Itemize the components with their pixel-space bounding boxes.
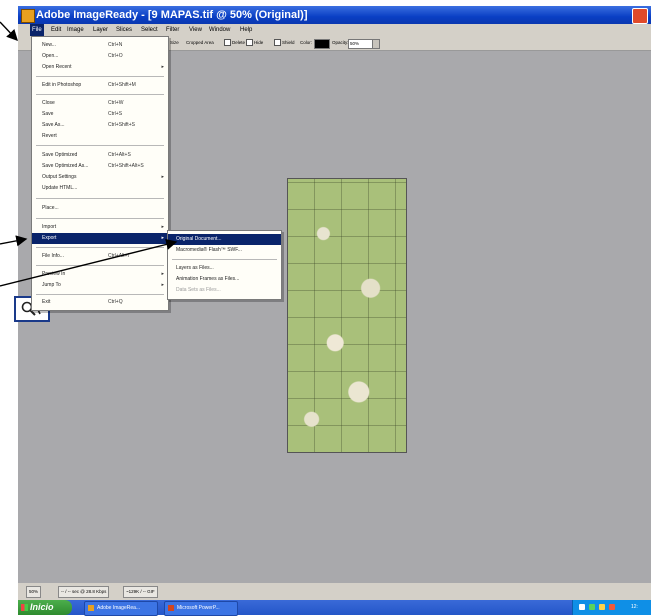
arrow-to-export	[0, 235, 28, 247]
arrow-to-file-menu	[0, 21, 18, 42]
arrow-to-original-document	[0, 238, 178, 287]
annotation-arrows	[0, 21, 178, 287]
